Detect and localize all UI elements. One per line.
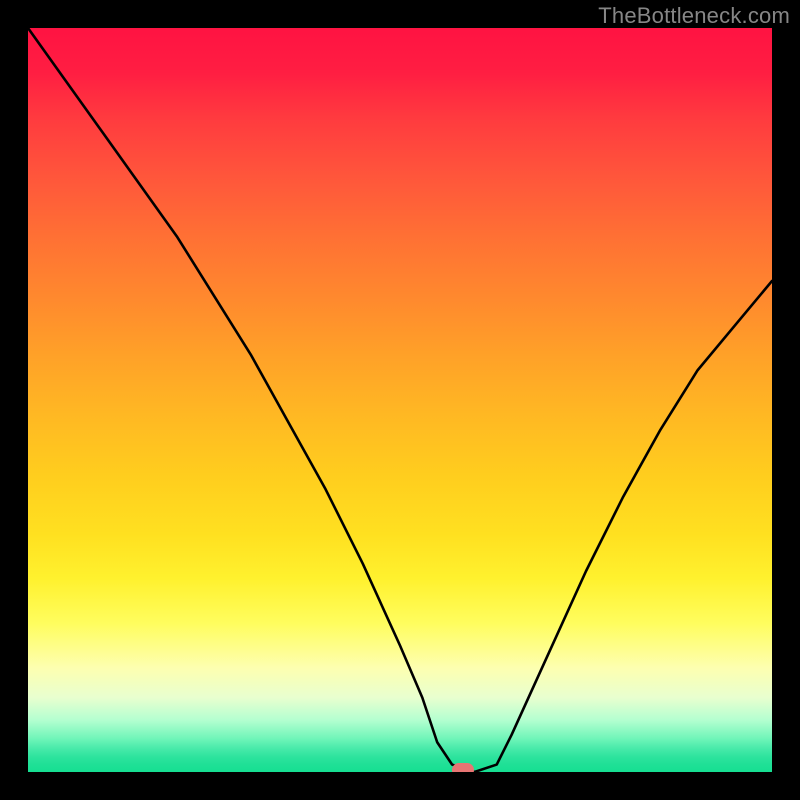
- chart-frame: TheBottleneck.com: [0, 0, 800, 800]
- bottleneck-curve: [28, 28, 772, 772]
- bottleneck-marker: [452, 763, 474, 772]
- watermark-text: TheBottleneck.com: [598, 3, 790, 29]
- plot-area: [28, 28, 772, 772]
